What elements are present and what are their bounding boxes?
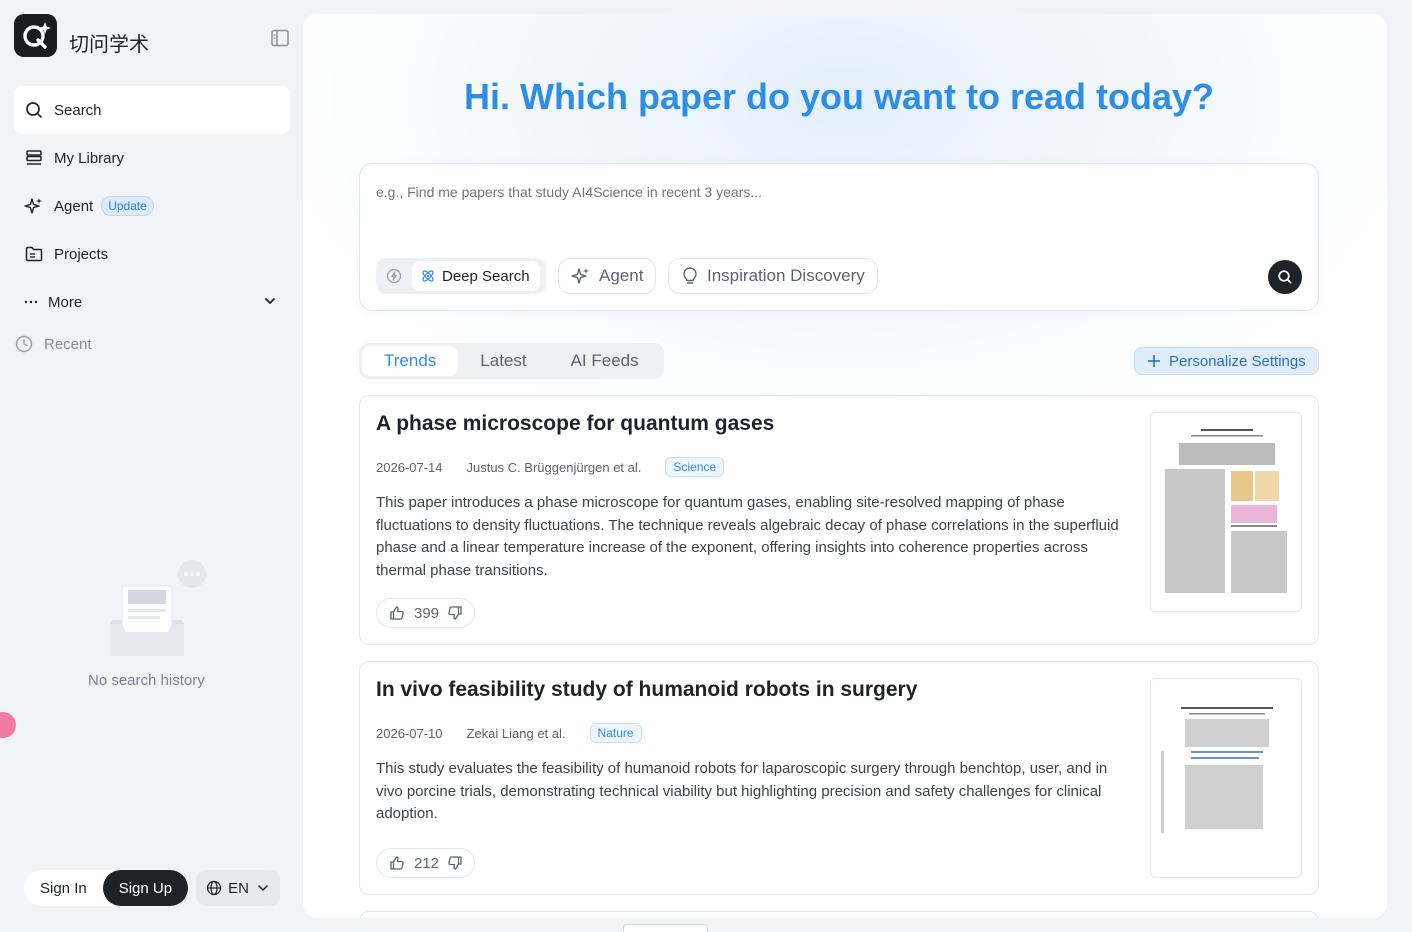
paper-title[interactable]: In vivo feasibility study of humanoid ro…: [376, 678, 917, 702]
sparkle-icon: [571, 266, 591, 286]
update-badge: Update: [101, 196, 154, 216]
plus-icon: [1147, 354, 1161, 368]
search-icon: [1277, 269, 1293, 285]
recent-section-header: Recent: [14, 334, 92, 354]
recent-label: Recent: [44, 335, 92, 353]
agent-mode-label: Agent: [599, 266, 644, 285]
paper-date: 2026-07-10: [376, 725, 443, 741]
lightbulb-icon: [681, 266, 699, 286]
paper-authors: Justus C. Brüggenjürgen et al.: [466, 459, 642, 475]
tab-ai-feeds[interactable]: AI Feeds: [549, 346, 661, 376]
sidebar-item-label: Projects: [54, 245, 109, 263]
sidebar-item-label: Agent: [54, 197, 94, 215]
venue-badge: Nature: [589, 723, 642, 743]
paper-card[interactable]: A phase microscope for quantum gases 202…: [359, 395, 1319, 645]
feed-tabs: Trends Latest AI Feeds: [359, 343, 664, 379]
floating-helper-icon[interactable]: [0, 712, 16, 738]
sidebar-item-agent[interactable]: Agent Update: [14, 182, 290, 230]
sidebar-item-projects[interactable]: Projects: [14, 230, 290, 278]
sidebar-nav: Search My Library Agent Update Projects …: [14, 86, 290, 326]
search-mode-group: Deep Search: [376, 258, 546, 294]
search-icon: [24, 100, 44, 120]
sidebar-item-label: My Library: [54, 149, 125, 167]
library-icon: [24, 148, 44, 168]
account-bar: Sign In Sign Up EN: [24, 870, 281, 906]
deep-search-label: Deep Search: [442, 267, 530, 285]
paper-meta: 2026-07-14 Justus C. Brüggenjürgen et al…: [376, 457, 725, 477]
paper-abstract: This paper introduces a phase microscope…: [376, 494, 1119, 579]
empty-history-text: No search history: [88, 672, 205, 689]
paper-thumbnail[interactable]: [1150, 412, 1302, 612]
atom-icon: [420, 268, 436, 284]
search-input[interactable]: [376, 184, 1276, 200]
paper-card-partial[interactable]: [359, 911, 1319, 918]
tab-latest[interactable]: Latest: [458, 346, 548, 376]
paper-title[interactable]: A phase microscope for quantum gases: [376, 412, 774, 436]
sign-in-button[interactable]: Sign In: [24, 870, 103, 906]
personalize-settings-label: Personalize Settings: [1169, 352, 1306, 370]
deep-search-toggle[interactable]: Deep Search: [412, 261, 540, 291]
sidebar-item-label: More: [48, 293, 83, 311]
like-count: 399: [414, 604, 440, 622]
tab-trends[interactable]: Trends: [362, 346, 459, 376]
agent-mode-button[interactable]: Agent: [558, 258, 657, 294]
sidebar-item-search[interactable]: Search: [14, 86, 290, 134]
paper-date: 2026-07-14: [376, 459, 443, 475]
ellipsis-icon: [24, 292, 38, 312]
quick-search-toggle[interactable]: [376, 267, 412, 285]
folder-icon: [24, 244, 44, 264]
vote-group: 399: [376, 598, 475, 628]
sidebar-collapse-icon[interactable]: [270, 28, 290, 48]
paper-thumbnail[interactable]: [1150, 678, 1302, 878]
sign-up-button[interactable]: Sign Up: [102, 870, 189, 906]
chevron-down-icon: [264, 294, 276, 311]
chevron-down-icon: [257, 882, 269, 894]
vote-group: 212: [376, 848, 475, 878]
like-count: 212: [414, 854, 440, 872]
clock-icon: [14, 334, 34, 354]
language-selector[interactable]: EN: [196, 870, 281, 906]
language-label: EN: [228, 879, 249, 897]
thumbs-up-icon[interactable]: [389, 605, 405, 621]
paper-authors: Zekai Liang et al.: [466, 725, 566, 741]
empty-history-illustration: [88, 560, 208, 665]
main-panel: Hi. Which paper do you want to read toda…: [303, 14, 1387, 918]
sidebar-item-label: Search: [54, 101, 102, 119]
inspiration-discovery-button[interactable]: Inspiration Discovery: [668, 258, 878, 294]
thumbs-up-icon[interactable]: [389, 855, 405, 871]
personalize-settings-button[interactable]: Personalize Settings: [1134, 347, 1319, 375]
paper-abstract: This study evaluates the feasibility of …: [376, 760, 1108, 822]
thumbs-down-icon[interactable]: [447, 605, 463, 621]
search-box: Deep Search Agent Inspiration Discovery: [359, 163, 1319, 311]
sparkle-icon: [24, 196, 44, 216]
app-logo[interactable]: [14, 14, 57, 57]
search-submit-button[interactable]: [1268, 260, 1302, 294]
inspiration-discovery-label: Inspiration Discovery: [707, 266, 865, 285]
scroll-handle[interactable]: [623, 924, 708, 932]
sidebar-item-my-library[interactable]: My Library: [14, 134, 290, 182]
paper-card[interactable]: In vivo feasibility study of humanoid ro…: [359, 661, 1319, 895]
venue-badge: Science: [665, 457, 725, 477]
thumbs-down-icon[interactable]: [447, 855, 463, 871]
brand-name: 切问学术: [69, 32, 149, 56]
paper-meta: 2026-07-10 Zekai Liang et al. Nature: [376, 723, 642, 743]
auth-group: Sign In Sign Up: [24, 870, 189, 906]
page-title: Hi. Which paper do you want to read toda…: [463, 76, 1215, 117]
sidebar: 切问学术 Search My Library Agent Update Proj…: [0, 0, 302, 932]
sidebar-item-more[interactable]: More: [14, 278, 290, 326]
globe-icon: [206, 880, 222, 896]
